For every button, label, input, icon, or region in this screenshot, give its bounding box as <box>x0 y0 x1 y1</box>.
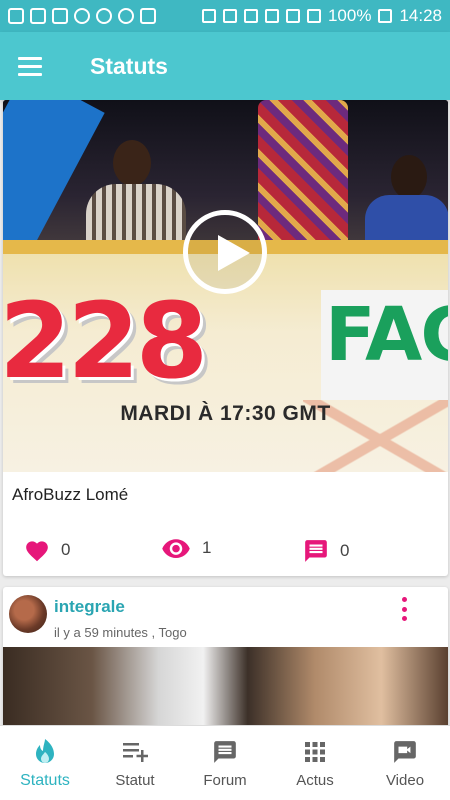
signal-icon <box>285 9 300 23</box>
nav-forum[interactable]: Forum <box>180 726 270 800</box>
menu-icon[interactable] <box>0 32 60 100</box>
menu-line <box>18 72 42 76</box>
video-overlay-word: FACT <box>325 292 448 378</box>
more-options-icon[interactable] <box>399 597 409 621</box>
signal-icon <box>306 9 321 23</box>
nav-label: Video <box>385 772 425 789</box>
video-status-card[interactable]: 228 FACT MARDI À 17:30 GMT AfroBuzz Lomé… <box>3 100 448 576</box>
play-button[interactable] <box>183 210 267 294</box>
avatar[interactable] <box>9 595 47 633</box>
status-actions: 0 1 0 <box>3 538 448 572</box>
menu-line <box>18 56 42 60</box>
battery-icon <box>378 9 393 23</box>
nav-label: Actus <box>296 772 334 789</box>
page-title: Statuts <box>90 52 168 79</box>
nav-statuts[interactable]: Statuts <box>0 726 90 800</box>
wifi-icon <box>243 9 258 23</box>
flame-icon <box>34 738 56 766</box>
nav-label: Statuts <box>20 772 70 789</box>
menu-line <box>18 64 42 68</box>
heart-icon <box>24 538 50 562</box>
playlist-add-icon <box>121 738 149 766</box>
b-app-icon <box>52 8 68 24</box>
status-title[interactable]: AfroBuzz Lomé <box>12 485 128 505</box>
video-caption: MARDI À 17:30 GMT <box>120 402 331 425</box>
video-overlay-word-box: FACT <box>321 290 448 400</box>
post-image[interactable] <box>3 647 448 725</box>
system-icons: 100% 14:28 <box>201 6 442 26</box>
view-count: 1 <box>202 538 212 557</box>
video-thumbnail[interactable]: 228 FACT MARDI À 17:30 GMT <box>3 100 448 472</box>
mail-icon <box>140 8 156 24</box>
like-button[interactable]: 0 <box>24 538 70 562</box>
post-timestamp: il y a 59 minutes , Togo <box>54 625 187 640</box>
status-bar: 100% 14:28 <box>0 0 450 32</box>
notification-icons <box>8 8 156 24</box>
messenger-icon <box>74 8 90 24</box>
comment-icon <box>303 538 329 564</box>
comment-count: 0 <box>340 541 350 560</box>
messenger-icon <box>96 8 112 24</box>
like-count: 0 <box>61 540 71 559</box>
bottom-navigation: Statuts Statut Forum Actus Video <box>0 725 450 800</box>
forum-icon <box>212 738 238 766</box>
comment-button[interactable]: 0 <box>303 538 349 564</box>
video-chat-icon <box>392 738 418 766</box>
eye-icon <box>161 538 191 558</box>
nav-label: Statut <box>115 772 155 789</box>
grid-icon <box>303 738 327 766</box>
whatsapp-icon <box>118 8 134 24</box>
sim-icon <box>264 9 279 23</box>
video-overlay-number: 228 <box>3 280 208 402</box>
facebook-icon <box>30 8 46 24</box>
nav-video[interactable]: Video <box>360 726 450 800</box>
nav-label: Forum <box>203 772 247 789</box>
image-status-card[interactable]: integrale il y a 59 minutes , Togo <box>3 587 448 725</box>
poster-name[interactable]: integrale <box>54 597 125 617</box>
views-indicator: 1 <box>161 538 211 558</box>
app-bar: Statuts <box>0 32 450 100</box>
clock: 14:28 <box>399 6 442 25</box>
message-icon <box>8 8 24 24</box>
nav-actus[interactable]: Actus <box>270 726 360 800</box>
status-feed[interactable]: 228 FACT MARDI À 17:30 GMT AfroBuzz Lomé… <box>0 100 450 725</box>
mute-icon <box>201 9 216 23</box>
person-figure <box>258 100 348 250</box>
alarm-icon <box>222 9 237 23</box>
battery-level: 100% <box>327 6 372 25</box>
nav-statut[interactable]: Statut <box>90 726 180 800</box>
